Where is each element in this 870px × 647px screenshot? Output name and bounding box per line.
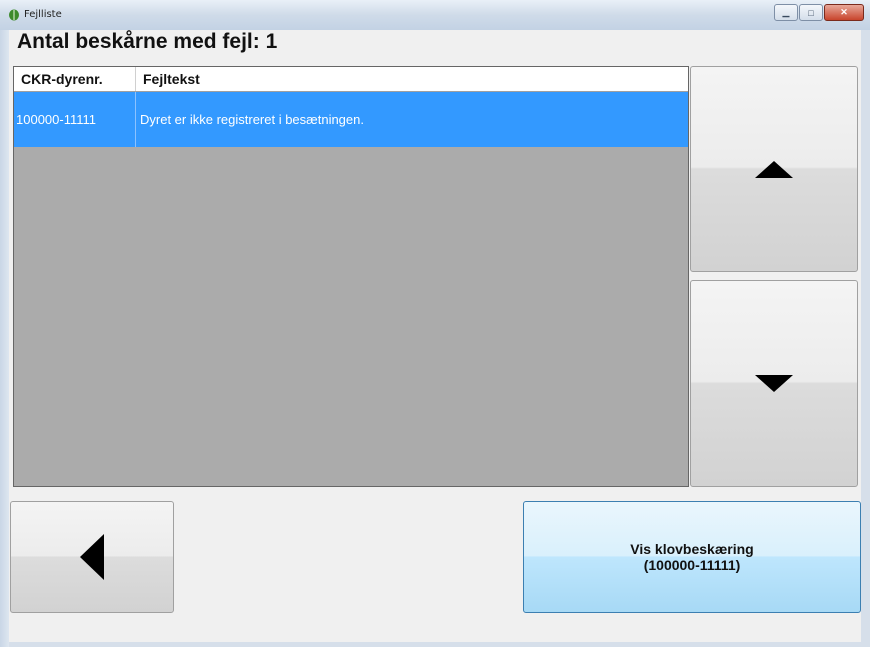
page-title: Antal beskårne med fejl: 1 xyxy=(17,30,278,53)
triangle-down-icon xyxy=(755,375,793,392)
close-button[interactable]: ✕ xyxy=(824,4,864,21)
window-border xyxy=(0,30,9,647)
show-button-animal-id: (100000-11111) xyxy=(643,557,741,573)
show-button-label: Vis klovbeskæring xyxy=(630,541,754,557)
scroll-down-button[interactable] xyxy=(690,280,858,487)
leaf-icon xyxy=(9,9,19,21)
column-header-fejltekst[interactable]: Fejltekst xyxy=(136,67,200,91)
minimize-button[interactable]: ▁ xyxy=(774,4,798,21)
scroll-up-button[interactable] xyxy=(690,66,858,272)
window-title: Fejlliste xyxy=(24,9,62,20)
triangle-up-icon xyxy=(755,160,793,178)
error-list-table: CKR-dyrenr. Fejltekst 100000-11111 Dyret… xyxy=(13,66,689,487)
title-bar: Fejlliste ▁ □ ✕ xyxy=(0,0,870,30)
table-header: CKR-dyrenr. Fejltekst xyxy=(14,67,688,92)
window-controls: ▁ □ ✕ xyxy=(773,4,864,21)
show-hoof-trimming-button[interactable]: Vis klovbeskæring (100000-11111) xyxy=(523,501,861,613)
column-header-ckr[interactable]: CKR-dyrenr. xyxy=(14,67,136,91)
table-row[interactable]: 100000-11111 Dyret er ikke registreret i… xyxy=(14,92,688,147)
maximize-button[interactable]: □ xyxy=(799,4,823,21)
back-button[interactable] xyxy=(10,501,174,613)
cell-ckr-dyrenr: 100000-11111 xyxy=(14,92,136,147)
cell-fejltekst: Dyret er ikke registreret i besætningen. xyxy=(140,112,364,127)
triangle-left-icon xyxy=(80,534,104,580)
